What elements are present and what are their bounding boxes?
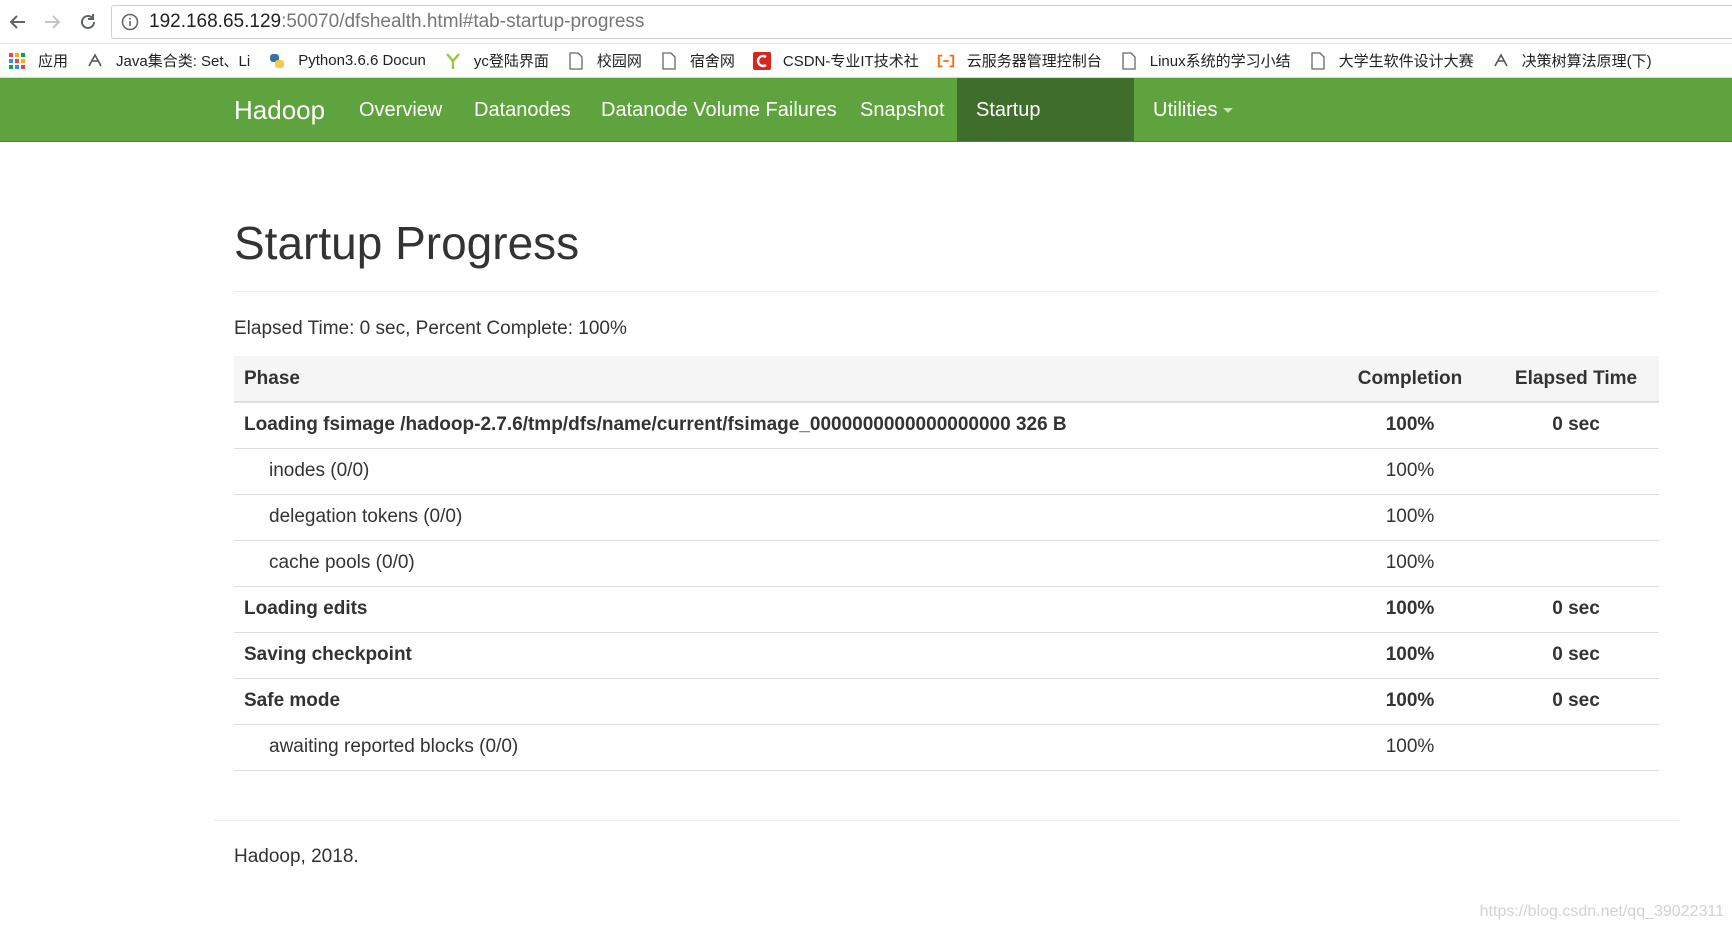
- completion-cell: 100%: [1327, 723, 1493, 771]
- header-phase: Phase: [234, 356, 1327, 403]
- bookmark-label: 宿舍网: [689, 53, 735, 70]
- elapsed-cell: [1493, 539, 1659, 586]
- apps-grid-icon: [8, 52, 26, 70]
- elapsed-cell: 0 sec: [1493, 585, 1659, 632]
- progress-summary: Elapsed Time: 0 sec, Percent Complete: 1…: [234, 318, 627, 339]
- completion-cell: 100%: [1327, 585, 1493, 632]
- table-row: inodes (0/0) 100%: [234, 447, 1659, 494]
- caret-down-icon: [1223, 108, 1234, 114]
- table-header-row: Phase Completion Elapsed Time: [234, 356, 1659, 403]
- url-path: :50070/dfshealth.html#tab-startup-progre…: [281, 11, 645, 32]
- completion-cell: 100%: [1327, 539, 1493, 586]
- bookmark-aliyun[interactable]: 云服务器管理控制台: [937, 50, 1102, 71]
- reload-button[interactable]: [74, 8, 102, 36]
- elapsed-cell: 0 sec: [1493, 401, 1659, 448]
- nav-utilities-label: Utilities: [1153, 99, 1218, 121]
- bookmark-label: 应用: [38, 53, 69, 70]
- phase-cell: Safe mode: [234, 677, 1327, 724]
- completion-cell: 100%: [1327, 631, 1493, 678]
- bookmark-apps[interactable]: 应用: [8, 50, 68, 71]
- bookmarks-bar: 应用 Java集合类: Set、Li Python3.6.6 Docun yc登…: [0, 44, 1732, 78]
- phase-cell: Loading edits: [234, 585, 1327, 632]
- table-row: awaiting reported blocks (0/0) 100%: [234, 723, 1659, 771]
- bookmark-decision-tree[interactable]: 决策树算法原理(下): [1492, 50, 1652, 71]
- elapsed-cell: [1493, 723, 1659, 771]
- page-icon: [660, 51, 678, 70]
- bookmark-label: 决策树算法原理(下): [1521, 53, 1652, 70]
- phase-cell: inodes (0/0): [234, 447, 1327, 494]
- brand-link[interactable]: Hadoop: [234, 78, 325, 142]
- bookmark-label: 云服务器管理控制台: [966, 53, 1102, 70]
- phase-cell: awaiting reported blocks (0/0): [234, 723, 1327, 771]
- page-icon: [567, 51, 585, 70]
- bookmark-label: 大学生软件设计大赛: [1338, 53, 1474, 70]
- completion-cell: 100%: [1327, 447, 1493, 494]
- bookmark-python[interactable]: Python3.6.6 Docun: [268, 52, 426, 70]
- bookmark-label: yc登陆界面: [473, 53, 549, 70]
- csdn-icon: [752, 51, 771, 70]
- bookmark-label: Python3.6.6 Docun: [298, 52, 426, 69]
- elapsed-cell: 0 sec: [1493, 677, 1659, 724]
- bookmark-contest[interactable]: 大学生软件设计大赛: [1309, 50, 1474, 71]
- completion-cell: 100%: [1327, 677, 1493, 724]
- table-row: Safe mode 100% 0 sec: [234, 677, 1659, 724]
- phase-cell: Loading fsimage /hadoop-2.7.6/tmp/dfs/na…: [234, 401, 1327, 448]
- nav-startup-progress[interactable]: Startup Progress: [957, 78, 1134, 185]
- table-row: Loading edits 100% 0 sec: [234, 585, 1659, 632]
- table-row: delegation tokens (0/0) 100%: [234, 493, 1659, 540]
- bookmark-favicon-icon: [1492, 52, 1510, 70]
- header-completion: Completion: [1327, 356, 1493, 403]
- bookmark-dorm[interactable]: 宿舍网: [660, 50, 735, 71]
- elapsed-cell: 0 sec: [1493, 631, 1659, 678]
- url-host: 192.168.65.129: [149, 11, 282, 32]
- bookmark-yc[interactable]: yc登陆界面: [444, 50, 549, 71]
- phase-cell: delegation tokens (0/0): [234, 493, 1327, 540]
- page-title: Startup Progress: [234, 217, 580, 269]
- back-button[interactable]: [4, 8, 32, 36]
- forward-button[interactable]: [38, 8, 66, 36]
- header-elapsed-time: Elapsed Time: [1493, 356, 1659, 403]
- phase-cell: cache pools (0/0): [234, 539, 1327, 586]
- nav-datanodes[interactable]: Datanodes: [455, 78, 590, 141]
- table-row: Loading fsimage /hadoop-2.7.6/tmp/dfs/na…: [234, 401, 1659, 448]
- title-divider: [234, 291, 1659, 292]
- url-text: 192.168.65.129:50070/dfshealth.html#tab-…: [149, 11, 644, 33]
- nav-utilities[interactable]: Utilities: [1134, 78, 1252, 141]
- completion-cell: 100%: [1327, 401, 1493, 448]
- bookmark-linux[interactable]: Linux系统的学习小结: [1120, 50, 1291, 71]
- forward-arrow-icon: [45, 15, 61, 29]
- watermark: https://blog.csdn.net/qq_39022311: [1479, 903, 1724, 920]
- hadoop-navbar: Hadoop Overview Datanodes Datanode Volum…: [0, 78, 1732, 185]
- bookmark-favicon-icon: [86, 52, 104, 70]
- elapsed-cell: [1493, 447, 1659, 494]
- nav-snapshot[interactable]: Snapshot: [841, 78, 964, 141]
- table-row: cache pools (0/0) 100%: [234, 539, 1659, 586]
- browser-toolbar: 192.168.65.129:50070/dfshealth.html#tab-…: [0, 0, 1732, 44]
- bookmark-label: CSDN-专业IT技术社: [782, 53, 919, 70]
- info-icon[interactable]: [121, 13, 139, 31]
- bookmark-label: 校园网: [596, 53, 642, 70]
- aliyun-icon: [937, 52, 955, 70]
- address-bar[interactable]: 192.168.65.129:50070/dfshealth.html#tab-…: [111, 5, 1732, 39]
- python-icon: [268, 52, 286, 70]
- back-arrow-icon: [9, 15, 25, 29]
- bookmark-label: Linux系统的学习小结: [1149, 53, 1291, 70]
- page-icon: [1120, 51, 1138, 70]
- phase-cell: Saving checkpoint: [234, 631, 1327, 678]
- footer-divider: [214, 820, 1679, 821]
- nav-overview[interactable]: Overview: [340, 78, 461, 141]
- nav-datanode-volume-failures[interactable]: Datanode Volume Failures: [582, 78, 856, 141]
- completion-cell: 100%: [1327, 493, 1493, 540]
- footer-text: Hadoop, 2018.: [234, 846, 359, 867]
- bookmark-java[interactable]: Java集合类: Set、Li: [86, 50, 250, 71]
- bookmark-campus[interactable]: 校园网: [567, 50, 642, 71]
- y-icon: [444, 52, 462, 70]
- elapsed-cell: [1493, 493, 1659, 540]
- table-row: Saving checkpoint 100% 0 sec: [234, 631, 1659, 678]
- page-icon: [1309, 51, 1327, 70]
- bookmark-csdn[interactable]: CSDN-专业IT技术社: [752, 50, 919, 71]
- bookmark-label: Java集合类: Set、Li: [116, 53, 251, 70]
- reload-icon: [81, 14, 95, 29]
- startup-progress-table: Phase Completion Elapsed Time Loading fs…: [234, 356, 1659, 771]
